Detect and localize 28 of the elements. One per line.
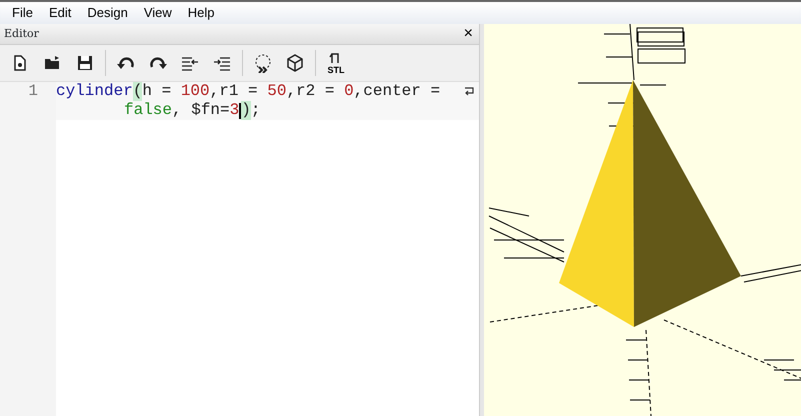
line-number: 1 bbox=[27, 82, 38, 101]
code-token: 0 bbox=[344, 82, 354, 101]
code-token: ( bbox=[132, 82, 142, 101]
code-token: false bbox=[124, 101, 172, 120]
menu-item[interactable]: View bbox=[136, 1, 180, 25]
menu-item[interactable]: Design bbox=[79, 1, 136, 25]
dashed-cube-arrows-icon bbox=[253, 53, 273, 73]
code-token: h = bbox=[142, 82, 172, 101]
close-button[interactable]: × bbox=[462, 26, 475, 42]
save-icon bbox=[75, 53, 95, 73]
code-token: 50 bbox=[267, 82, 286, 101]
code-token: ) bbox=[241, 101, 251, 120]
panel-title: Editor bbox=[4, 26, 39, 42]
code-token: cylinder bbox=[56, 82, 133, 101]
code-token: 3 bbox=[230, 101, 240, 120]
code-editor[interactable]: 1 cylinder(h = 100,r1 = 50,r2 = 0,center = false, $fn=3); bbox=[0, 81, 479, 416]
code-token: , $fn= bbox=[172, 101, 230, 120]
code-token: ,center = bbox=[354, 82, 442, 101]
code-token: ,r2 = bbox=[286, 82, 336, 101]
code-token: ; bbox=[250, 101, 260, 120]
export-button[interactable]: STL bbox=[321, 48, 351, 78]
cube-icon bbox=[285, 53, 305, 73]
code-token: ,r1 = bbox=[210, 82, 259, 101]
line-wrap-icon bbox=[463, 86, 475, 98]
menu-item[interactable]: Help bbox=[180, 1, 223, 25]
menu-item[interactable]: Edit bbox=[40, 1, 80, 25]
code-token: 100 bbox=[180, 82, 210, 101]
menu-item[interactable]: File bbox=[4, 1, 41, 25]
